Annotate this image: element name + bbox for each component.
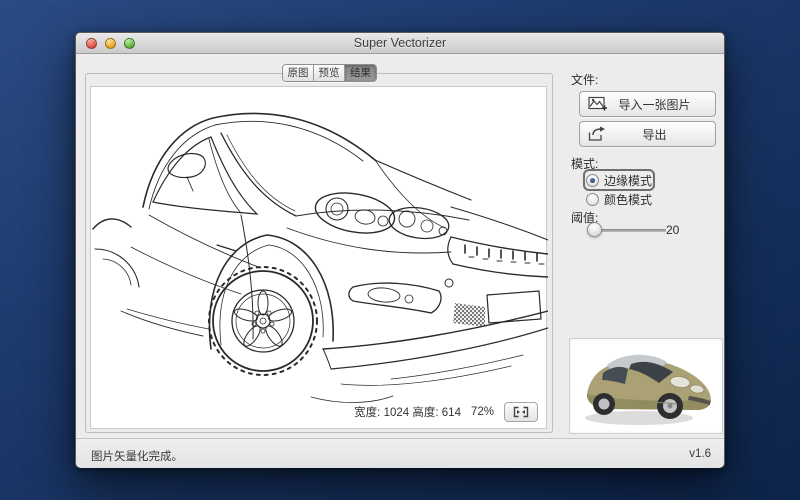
title-bar[interactable]: Super Vectorizer — [76, 33, 724, 54]
tab-preview[interactable]: 预览 — [314, 65, 345, 81]
threshold-slider-knob[interactable] — [587, 222, 602, 237]
threshold-value: 20 — [666, 223, 679, 237]
color-mode-label: 颜色模式 — [604, 191, 652, 208]
status-bar: 图片矢量化完成。 v1.6 — [76, 438, 724, 468]
image-info: 宽度: 1024 高度: 614 72% — [354, 402, 538, 422]
zoom-level: 72% — [471, 406, 494, 418]
edge-mode-label: 边缘模式 — [604, 172, 652, 189]
view-tabs: 原图 预览 结果 — [282, 64, 377, 82]
picture-add-icon — [588, 96, 608, 112]
tab-result[interactable]: 结果 — [345, 65, 376, 81]
file-section-label: 文件: — [571, 71, 598, 88]
zoom-button[interactable] — [124, 38, 135, 49]
radio-color-mode[interactable]: 颜色模式 — [586, 191, 652, 207]
radio-icon-unselected — [586, 193, 599, 206]
vectorized-car-drawing — [91, 87, 548, 430]
original-image-thumbnail — [569, 338, 723, 434]
mode-section-label: 模式: — [571, 155, 598, 172]
export-label: 导出 — [608, 126, 715, 143]
app-window: Super Vectorizer 原图 预览 结果 — [75, 32, 725, 468]
import-image-label: 导入一张图片 — [608, 96, 715, 113]
dimensions-text: 宽度: 1024 高度: 614 — [354, 404, 461, 420]
threshold-slider-track[interactable] — [592, 229, 666, 232]
status-message: 图片矢量化完成。 — [91, 448, 183, 464]
close-button[interactable] — [86, 38, 97, 49]
original-car-photo — [573, 342, 719, 430]
tab-original[interactable]: 原图 — [283, 65, 314, 81]
result-canvas[interactable]: 宽度: 1024 高度: 614 72% — [90, 86, 547, 429]
export-button[interactable]: 导出 — [579, 121, 716, 147]
import-image-button[interactable]: 导入一张图片 — [579, 91, 716, 117]
share-arrow-icon — [588, 126, 608, 142]
fit-to-window-icon — [513, 406, 529, 418]
window-title: Super Vectorizer — [76, 33, 724, 54]
version-label: v1.6 — [689, 448, 711, 460]
radio-icon-selected — [586, 174, 599, 187]
minimize-button[interactable] — [105, 38, 116, 49]
fit-to-window-button[interactable] — [504, 402, 538, 422]
radio-edge-mode[interactable]: 边缘模式 — [586, 172, 652, 188]
